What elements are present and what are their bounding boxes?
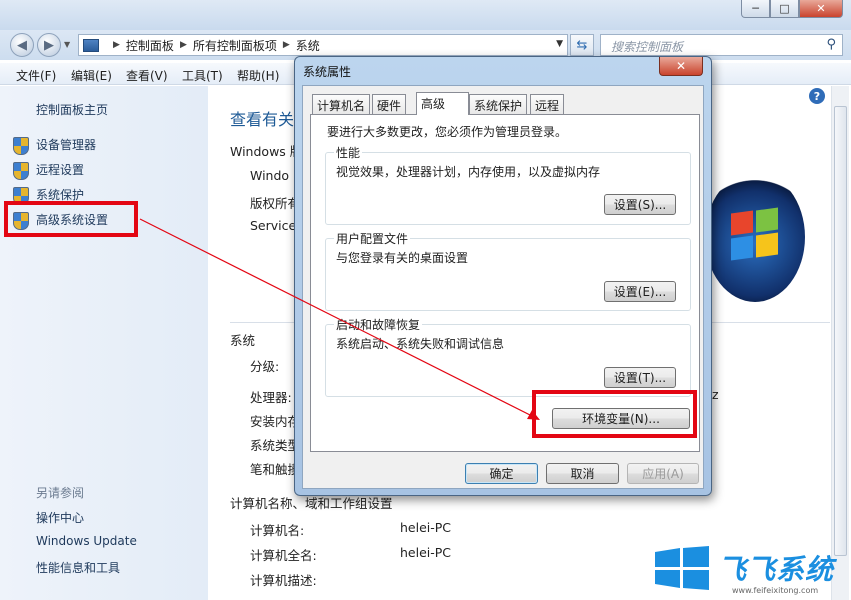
highlight-box-advanced-settings xyxy=(4,201,138,237)
dialog-close-button[interactable]: ✕ xyxy=(659,57,703,76)
watermark-url: www.feifeixitong.com xyxy=(732,586,819,595)
feifei-logo xyxy=(655,546,709,590)
tab-computer-name[interactable]: 计算机名 xyxy=(312,94,371,114)
user-profiles-group: 用户配置文件 与您登录有关的桌面设置 设置(E)... xyxy=(325,230,691,311)
group-description: 与您登录有关的桌面设置 xyxy=(336,251,469,265)
scrollbar-thumb[interactable] xyxy=(834,106,847,556)
breadcrumb-sep-icon[interactable]: ▶ xyxy=(277,40,296,50)
windows-logo xyxy=(705,172,805,302)
edition-name: Windo xyxy=(250,168,290,183)
breadcrumb-control-panel[interactable]: 控制面板 xyxy=(126,37,174,54)
startup-recovery-group: 启动和故障恢复 系统启动、系统失败和调试信息 设置(T)... xyxy=(325,316,691,397)
menu-view[interactable]: 查看(V) xyxy=(126,67,168,84)
service-pack-text: Service xyxy=(250,218,297,233)
highlight-box-environment-variables xyxy=(532,390,697,438)
description-label: 计算机描述: xyxy=(250,573,317,588)
maximize-button[interactable]: □ xyxy=(770,0,799,18)
full-name-value: helei-PC xyxy=(400,545,452,560)
history-dropdown-icon[interactable]: ▼ xyxy=(64,40,70,49)
rating-label: 分级: xyxy=(250,359,280,374)
vertical-scrollbar[interactable] xyxy=(831,86,849,600)
shield-icon xyxy=(12,161,29,180)
dialog-title: 系统属性 xyxy=(303,65,352,79)
address-bar[interactable]: ▶ 控制面板 ▶ 所有控制面板项 ▶ 系统 ▼ xyxy=(78,34,568,56)
close-icon: ✕ xyxy=(816,2,826,15)
back-button[interactable]: ◀ xyxy=(10,33,34,57)
refresh-button[interactable]: ⇆ xyxy=(570,34,594,56)
control-panel-home-link[interactable]: 控制面板主页 xyxy=(36,101,108,118)
copyright-text: 版权所有 xyxy=(250,196,301,211)
group-description: 视觉效果，处理器计划，内存使用，以及虚拟内存 xyxy=(336,165,601,179)
tab-advanced[interactable]: 高级 xyxy=(416,92,469,115)
processor-label: 处理器: xyxy=(250,390,292,405)
menu-edit[interactable]: 编辑(E) xyxy=(71,67,112,84)
sidebar-item-device-manager[interactable]: 设备管理器 xyxy=(12,136,97,155)
close-button[interactable]: ✕ xyxy=(799,0,843,18)
see-also-heading: 另请参阅 xyxy=(36,486,85,500)
tab-system-protection[interactable]: 系统保护 xyxy=(469,94,528,114)
processor-value-tail: z xyxy=(712,387,719,402)
cancel-button[interactable]: 取消 xyxy=(546,463,619,484)
computer-icon xyxy=(83,38,99,52)
page-title: 查看有关 xyxy=(230,110,295,129)
window-titlebar: ─ □ ✕ xyxy=(0,0,851,30)
back-arrow-icon: ◀ xyxy=(17,37,27,53)
apply-button[interactable]: 应用(A) xyxy=(627,463,699,484)
minimize-button[interactable]: ─ xyxy=(741,0,770,18)
menu-tools[interactable]: 工具(T) xyxy=(182,67,223,84)
left-nav-pane: 控制面板主页 设备管理器 远程设置 系统保护 高级系统设置 另请参阅 操作中心 … xyxy=(0,86,208,600)
sidebar-item-remote-settings[interactable]: 远程设置 xyxy=(12,161,85,180)
memory-label: 安装内存 xyxy=(250,414,301,429)
forward-arrow-icon: ▶ xyxy=(44,37,54,53)
breadcrumb-system[interactable]: 系统 xyxy=(296,37,320,54)
close-icon: ✕ xyxy=(675,59,687,73)
user-profiles-settings-button[interactable]: 设置(E)... xyxy=(604,281,676,302)
system-heading: 系统 xyxy=(230,333,256,348)
pen-touch-label: 笔和触摸 xyxy=(250,462,301,477)
performance-group: 性能 视觉效果，处理器计划，内存使用，以及虚拟内存 设置(S)... xyxy=(325,144,691,225)
group-title: 启动和故障恢复 xyxy=(334,316,423,333)
address-dropdown-icon[interactable]: ▼ xyxy=(556,39,563,49)
menu-help[interactable]: 帮助(H) xyxy=(237,67,279,84)
search-icon[interactable]: ⚲ xyxy=(826,37,836,52)
maximize-icon: □ xyxy=(779,2,790,15)
action-center-link[interactable]: 操作中心 xyxy=(36,509,84,526)
windows-update-link[interactable]: Windows Update xyxy=(36,534,137,548)
sidebar-item-label: 设备管理器 xyxy=(36,138,97,152)
breadcrumb-all-items[interactable]: 所有控制面板项 xyxy=(193,37,277,54)
full-name-label: 计算机全名: xyxy=(250,548,317,563)
group-title: 性能 xyxy=(334,144,363,161)
help-icon[interactable]: ? xyxy=(809,88,825,104)
startup-recovery-settings-button[interactable]: 设置(T)... xyxy=(604,367,676,388)
performance-settings-button[interactable]: 设置(S)... xyxy=(604,194,676,215)
shield-icon xyxy=(12,136,29,155)
search-input[interactable]: 搜索控制面板 ⚲ xyxy=(600,34,843,56)
sidebar-item-label: 远程设置 xyxy=(36,163,85,177)
edition-heading: Windows 版 xyxy=(230,144,303,159)
tab-hardware[interactable]: 硬件 xyxy=(372,94,407,114)
breadcrumb-sep-icon[interactable]: ▶ xyxy=(174,40,193,50)
minimize-icon: ─ xyxy=(752,2,759,15)
watermark-text: 飞飞系统 xyxy=(718,553,835,586)
menu-file[interactable]: 文件(F) xyxy=(16,67,56,84)
window-caption-buttons: ─ □ ✕ xyxy=(741,0,843,18)
computer-name-label: 计算机名: xyxy=(250,523,305,538)
ok-button[interactable]: 确定 xyxy=(465,463,538,484)
group-description: 系统启动、系统失败和调试信息 xyxy=(336,337,505,351)
group-title: 用户配置文件 xyxy=(334,230,411,247)
breadcrumb-sep-icon[interactable]: ▶ xyxy=(107,40,126,50)
admin-notice: 要进行大多数更改，您必须作为管理员登录。 xyxy=(327,125,568,139)
forward-button[interactable]: ▶ xyxy=(37,33,61,57)
computer-name-value: helei-PC xyxy=(400,520,452,535)
performance-info-link[interactable]: 性能信息和工具 xyxy=(36,559,120,576)
tab-remote[interactable]: 远程 xyxy=(530,94,565,114)
refresh-icon: ⇆ xyxy=(576,37,588,53)
system-type-label: 系统类型 xyxy=(250,438,301,453)
search-placeholder: 搜索控制面板 xyxy=(611,40,684,54)
